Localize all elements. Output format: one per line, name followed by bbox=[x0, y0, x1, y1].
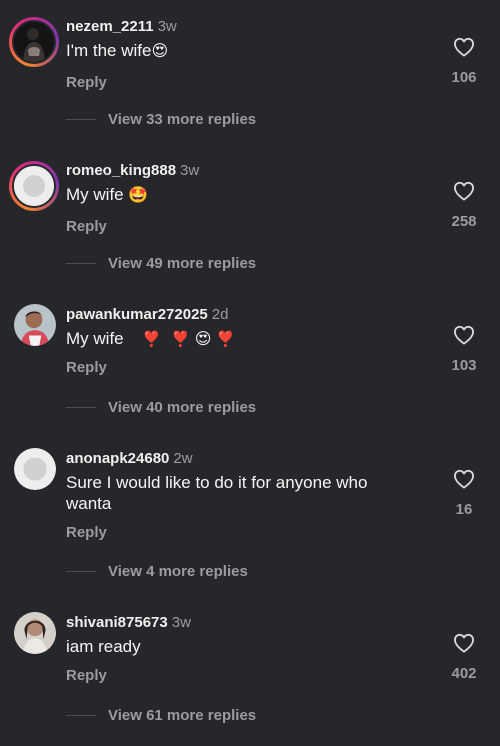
reply-button[interactable]: Reply bbox=[66, 524, 107, 541]
like-button[interactable] bbox=[453, 325, 475, 345]
like-count: 402 bbox=[451, 665, 477, 682]
comment-text: Sure I would like to do it for anyone wh… bbox=[66, 473, 368, 513]
like-count: 16 bbox=[455, 501, 473, 518]
comment-username[interactable]: pawankumar272025 2d bbox=[66, 306, 228, 323]
avatar-photo bbox=[14, 22, 54, 62]
divider bbox=[66, 715, 96, 716]
reply-button[interactable]: Reply bbox=[66, 359, 107, 376]
heart-outline-icon bbox=[453, 37, 474, 57]
reply-button[interactable]: Reply bbox=[66, 74, 107, 91]
heart-outline-icon bbox=[453, 181, 474, 201]
comment-username[interactable]: anonapk24680 2w bbox=[66, 450, 193, 467]
like-button[interactable] bbox=[453, 469, 475, 489]
emoji: 🤩 bbox=[128, 187, 149, 204]
comment-timestamp: 3w bbox=[171, 614, 191, 631]
comment-username[interactable]: romeo_king888 3w bbox=[66, 162, 199, 179]
emoji: 😍 bbox=[151, 43, 169, 60]
divider bbox=[66, 571, 96, 572]
reply-button[interactable]: Reply bbox=[66, 218, 107, 235]
default-avatar-icon bbox=[14, 448, 56, 490]
comment-item: romeo_king888 3w My wife 🤩 Reply 258 View… bbox=[0, 144, 500, 288]
comment-item: anonapk24680 2w Sure I would like to do i… bbox=[0, 432, 500, 600]
heart-exclamation-emoji: ❣️ bbox=[142, 331, 162, 348]
comment-timestamp: 3w bbox=[180, 162, 200, 179]
like-button[interactable] bbox=[453, 37, 475, 57]
divider bbox=[66, 407, 96, 408]
avatar[interactable] bbox=[9, 161, 59, 211]
comment-item: pawankumar272025 2d My wife ❣️ ❣️ 😍 ❣️ Reply… bbox=[0, 288, 500, 432]
comment-username[interactable]: nezem_2211 3w bbox=[66, 18, 177, 35]
like-count: 103 bbox=[451, 357, 477, 374]
avatar[interactable] bbox=[14, 304, 56, 346]
avatar[interactable] bbox=[14, 612, 56, 654]
like-button[interactable] bbox=[453, 633, 475, 653]
divider bbox=[66, 263, 96, 264]
view-more-replies[interactable]: View 49 more replies bbox=[66, 255, 256, 272]
default-avatar-icon bbox=[14, 166, 54, 206]
comment-item: shivani875673 3w iam ready Reply 402 View… bbox=[0, 596, 500, 746]
like-count: 106 bbox=[451, 69, 477, 86]
avatar[interactable] bbox=[9, 17, 59, 67]
divider bbox=[66, 119, 96, 120]
heart-outline-icon bbox=[453, 633, 474, 653]
comment-timestamp: 2d bbox=[211, 306, 229, 323]
view-more-replies[interactable]: View 40 more replies bbox=[66, 399, 256, 416]
like-button[interactable] bbox=[453, 181, 475, 201]
comment-username[interactable]: shivani875673 3w bbox=[66, 614, 191, 631]
heart-outline-icon bbox=[453, 325, 474, 345]
comment-item: nezem_2211 3w I'm the wife😍 Reply 106 Vie… bbox=[0, 0, 500, 144]
heart-exclamation-emoji: ❣️ bbox=[216, 331, 236, 348]
reply-button[interactable]: Reply bbox=[66, 667, 107, 684]
comment-text: I'm the wife😍 bbox=[66, 41, 169, 60]
view-more-replies[interactable]: View 33 more replies bbox=[66, 111, 256, 128]
like-count: 258 bbox=[451, 213, 477, 230]
comment-text: iam ready bbox=[66, 637, 141, 656]
avatar-photo bbox=[14, 304, 56, 346]
avatar-photo bbox=[14, 612, 56, 654]
comment-text: My wife 🤩 bbox=[66, 185, 149, 204]
view-more-replies[interactable]: View 4 more replies bbox=[66, 563, 248, 580]
comment-timestamp: 3w bbox=[157, 18, 177, 35]
heart-outline-icon bbox=[453, 469, 474, 489]
comment-timestamp: 2w bbox=[173, 450, 193, 467]
view-more-replies[interactable]: View 61 more replies bbox=[66, 707, 256, 724]
comment-text: My wife ❣️ ❣️ 😍 ❣️ bbox=[66, 329, 236, 348]
heart-exclamation-emoji: ❣️ bbox=[171, 331, 190, 348]
avatar[interactable] bbox=[14, 448, 56, 490]
emoji: 😍 bbox=[194, 331, 212, 348]
